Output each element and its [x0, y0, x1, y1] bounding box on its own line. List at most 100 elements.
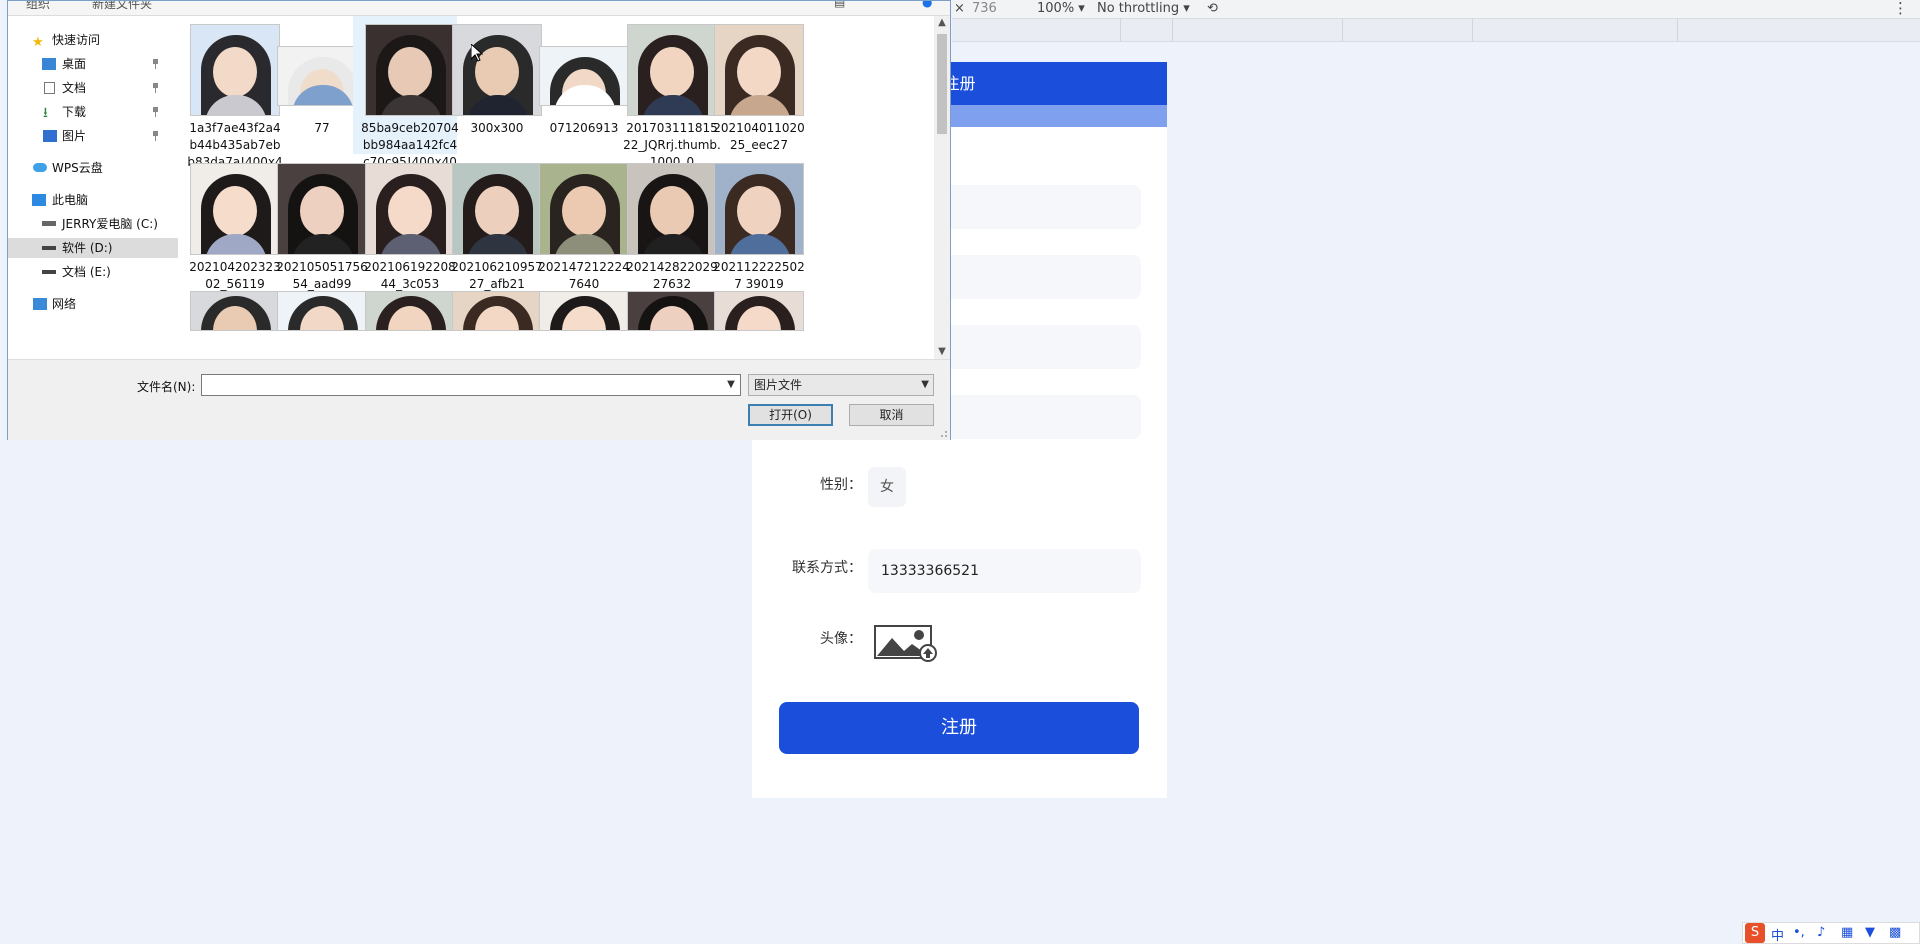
avatar-label: 头像：: [820, 631, 862, 647]
drive-icon: [42, 270, 56, 274]
filename-input[interactable]: ▼: [201, 374, 741, 396]
chevron-down-icon[interactable]: ▼: [724, 377, 738, 393]
resize-grip-icon[interactable]: [938, 428, 948, 438]
desktop-icon: [42, 58, 56, 70]
open-button[interactable]: 打开(O): [748, 404, 833, 426]
dialog-toolbar: 组织 新建文件夹 ▤ ●: [8, 1, 950, 16]
nav-label: WPS云盘: [52, 161, 103, 175]
image-thumbnail-partial[interactable]: [365, 291, 455, 331]
chevron-down-icon: ▼: [921, 379, 929, 390]
nav-label: 文档: [62, 81, 87, 95]
scroll-down-icon[interactable]: ▼: [937, 346, 947, 358]
file-name: 2021122225027 39019: [713, 260, 805, 291]
cancel-button[interactable]: 取消: [849, 404, 934, 426]
menu-grid-icon[interactable]: ▩: [1889, 925, 1901, 940]
keyboard-icon[interactable]: ▦: [1841, 925, 1853, 940]
register-button[interactable]: 注册: [779, 702, 1139, 754]
contact-label: 联系方式：: [792, 560, 862, 576]
nav-label: 桌面: [62, 57, 87, 71]
image-thumbnail: [714, 163, 804, 255]
sogou-logo-icon[interactable]: S: [1745, 923, 1765, 943]
computer-icon: [32, 194, 46, 206]
mouse-cursor-icon: [471, 44, 483, 62]
throttling-select[interactable]: No throttling ▾: [1097, 1, 1190, 16]
punctuation-icon[interactable]: •,: [1793, 925, 1805, 940]
nav-label: 软件 (D:): [62, 241, 113, 255]
avatar-upload-icon[interactable]: [874, 624, 940, 662]
navigation-pane: ★ 快速访问 桌面 文档 ⭳ 下载 图片 WPS云盘 此电脑 JERRY爱电脑 …: [8, 16, 178, 359]
file-list-scrollbar[interactable]: ▲ ▼: [934, 16, 950, 359]
pin-icon: [153, 131, 158, 141]
rotate-icon[interactable]: ⟲: [1207, 1, 1218, 16]
zoom-value: 100%: [1037, 1, 1075, 16]
ruler-tick: [1472, 19, 1473, 41]
filetype-value: 图片文件: [754, 378, 803, 392]
zoom-select[interactable]: 100% ▾: [1037, 1, 1085, 16]
scrollbar-thumb[interactable]: [937, 34, 947, 134]
star-icon: ★: [32, 35, 44, 50]
nav-label: 此电脑: [52, 193, 89, 207]
nav-wps-cloud[interactable]: WPS云盘: [8, 158, 178, 178]
nav-label: 快速访问: [52, 33, 101, 47]
nav-label: 文档 (E:): [62, 265, 111, 279]
ruler-tick: [1342, 19, 1343, 41]
devtools-toolbar: × 736 100% ▾ No throttling ▾ ⟲ ⋮: [952, 0, 1920, 19]
image-thumbnail-partial[interactable]: [452, 291, 542, 331]
help-icon[interactable]: ●: [922, 1, 932, 9]
nav-label: 网络: [52, 297, 77, 311]
ruler-tick: [1677, 19, 1678, 41]
image-thumbnail-partial[interactable]: [539, 291, 629, 331]
pin-icon: [153, 83, 158, 93]
media-query-ruler: [952, 19, 1920, 42]
nav-drive-d[interactable]: 软件 (D:): [8, 238, 178, 258]
more-options-icon[interactable]: ⋮: [1893, 0, 1908, 17]
organize-menu[interactable]: 组织: [26, 1, 50, 12]
scroll-up-icon[interactable]: ▲: [937, 17, 947, 29]
network-icon: [33, 298, 47, 310]
filetype-select[interactable]: 图片文件 ▼: [748, 374, 934, 396]
gender-label: 性别：: [820, 477, 862, 493]
nav-this-pc[interactable]: 此电脑: [8, 190, 178, 210]
throttling-value: No throttling: [1097, 1, 1180, 16]
ime-language-toggle[interactable]: 中: [1771, 925, 1784, 944]
pin-icon: [153, 107, 158, 117]
ruler-tick: [1172, 19, 1173, 41]
image-thumbnail-partial[interactable]: [277, 291, 367, 331]
pin-icon: [153, 59, 158, 69]
view-icon[interactable]: ▤: [834, 1, 845, 9]
document-icon: [44, 82, 55, 94]
new-folder-button[interactable]: 新建文件夹: [92, 1, 152, 12]
skin-icon[interactable]: ▼: [1865, 925, 1875, 940]
nav-label: JERRY爱电脑 (C:): [62, 217, 158, 231]
file-list: 1a3f7ae43f2a4b44b435ab7ebb83da7a!400x400…: [178, 16, 934, 359]
ime-toolbar: S 中 •, ♪ ▦ ▼ ▩: [1742, 922, 1920, 944]
file-item[interactable]: 20210401102025_eec27: [702, 16, 806, 154]
file-name: 20210401102025_eec27: [713, 121, 805, 152]
download-icon: ⭳: [43, 105, 48, 121]
image-thumbnail-partial[interactable]: [714, 291, 804, 331]
drive-icon: [42, 221, 56, 226]
image-thumbnail-partial[interactable]: [190, 291, 280, 331]
nav-network[interactable]: 网络: [8, 294, 178, 314]
image-thumbnail-partial[interactable]: [627, 291, 717, 331]
height-field[interactable]: 736: [972, 1, 997, 16]
nav-quick-access[interactable]: ★ 快速访问: [8, 30, 178, 50]
nav-drive-c[interactable]: JERRY爱电脑 (C:): [8, 214, 178, 234]
dialog-footer: 文件名(N): ▼ 图片文件 ▼ 打开(O) 取消: [8, 359, 950, 440]
filename-label: 文件名(N):: [137, 380, 196, 394]
nav-documents[interactable]: 文档: [8, 78, 178, 98]
gender-select[interactable]: 女: [868, 467, 906, 507]
file-open-dialog: 组织 新建文件夹 ▤ ● ★ 快速访问 桌面 文档 ⭳ 下载 图片 WPS云盘 …: [7, 0, 951, 440]
close-dim-icon[interactable]: ×: [954, 1, 965, 16]
nav-label: 下载: [62, 105, 87, 119]
nav-drive-e[interactable]: 文档 (E:): [8, 262, 178, 282]
image-thumbnail: [714, 24, 804, 116]
nav-pictures[interactable]: 图片: [8, 126, 178, 146]
microphone-icon[interactable]: ♪: [1817, 925, 1825, 940]
nav-downloads[interactable]: ⭳ 下载: [8, 102, 178, 122]
pictures-icon: [43, 130, 57, 142]
contact-input[interactable]: 13333366521: [868, 549, 1141, 593]
nav-desktop[interactable]: 桌面: [8, 54, 178, 74]
file-item[interactable]: 2021122225027 39019: [702, 155, 806, 291]
nav-label: 图片: [62, 129, 87, 143]
